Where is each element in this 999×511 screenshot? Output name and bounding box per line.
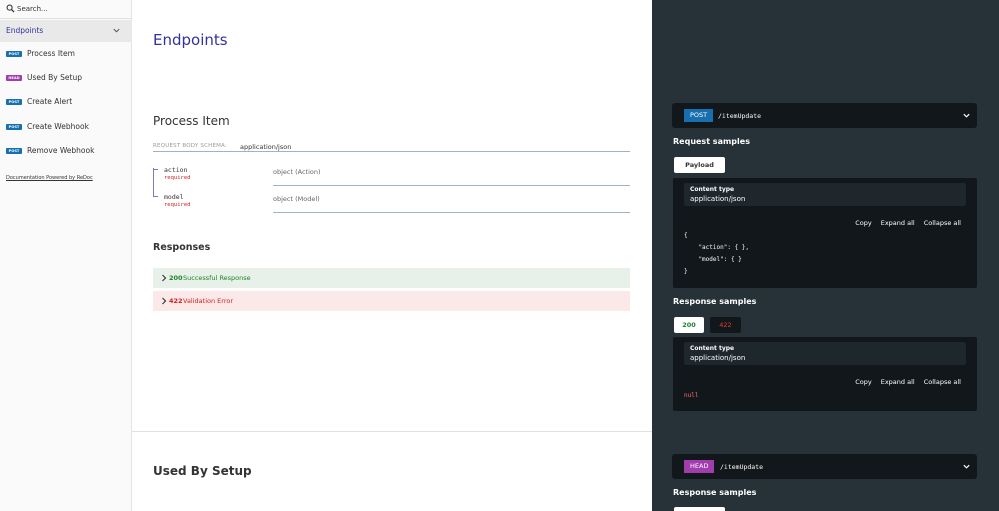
sidebar-item-label: Used By Setup — [27, 73, 82, 82]
request-body-header: REQUEST BODY SCHEMA: application/json — [153, 140, 630, 152]
request-body-label: REQUEST BODY SCHEMA: — [153, 143, 227, 149]
method-badge-head: HEAD — [6, 75, 22, 81]
redoc-powered-link[interactable]: Documentation Powered by ReDoc — [6, 175, 93, 181]
collapse-all-button[interactable]: Collapse all — [924, 378, 961, 386]
response-description: Successful Response — [183, 274, 251, 282]
property-type-model[interactable]: object (Model) — [273, 195, 320, 203]
schema-tree-tick — [153, 169, 158, 170]
content-type-box: Content type application/json — [684, 183, 966, 206]
search-bar — [0, 0, 132, 19]
response-code: 422 — [169, 297, 183, 305]
schema-tree-tick — [153, 196, 158, 197]
property-name-action: action — [164, 166, 188, 174]
copy-button[interactable]: Copy — [855, 378, 872, 386]
sidebar-item-label: Create Alert — [27, 97, 73, 106]
section-title: Endpoints — [153, 31, 228, 49]
property-divider — [273, 212, 630, 213]
search-input[interactable] — [17, 2, 127, 16]
property-divider — [273, 185, 630, 186]
search-icon — [6, 4, 15, 13]
method-badge-post: POST — [6, 124, 22, 130]
code-sample: { "action": { }, "model": { }} — [684, 230, 749, 278]
tab-partial[interactable] — [674, 507, 725, 511]
response-samples-title: Response samples — [673, 297, 757, 306]
copy-button[interactable]: Copy — [855, 219, 872, 227]
tab-response-422[interactable]: 422 — [710, 317, 741, 333]
endpoint-path: /itemUpdate — [720, 463, 764, 471]
sample-actions: Copy Expand all Collapse all — [846, 219, 961, 227]
sidebar-item-label: Process Item — [27, 49, 75, 58]
code-line: "action": { }, — [684, 244, 750, 251]
chevron-right-icon — [162, 274, 167, 282]
sidebar-item-remove-webhook[interactable]: POST Remove Webhook — [0, 142, 132, 162]
http-method-badge: HEAD — [684, 460, 715, 473]
method-badge-post: POST — [6, 99, 22, 105]
property-required: required — [164, 202, 191, 208]
request-samples-title: Request samples — [673, 137, 750, 146]
chevron-down-icon — [113, 28, 120, 33]
chevron-right-icon — [162, 297, 167, 305]
property-required: required — [164, 175, 191, 181]
code-line: { — [684, 232, 688, 239]
response-code: 200 — [169, 274, 183, 282]
http-method-badge: POST — [684, 109, 714, 122]
schema-tree-line — [153, 168, 154, 197]
expand-all-button[interactable]: Expand all — [881, 219, 915, 227]
content-type-label: Content type — [690, 345, 735, 352]
collapse-all-button[interactable]: Collapse all — [924, 219, 961, 227]
response-200-row[interactable]: 200 Successful Response — [153, 268, 630, 288]
chevron-down-icon — [963, 464, 970, 469]
code-sample: null — [684, 390, 698, 402]
sidebar: Endpoints POST Process Item HEAD Used By… — [0, 0, 132, 511]
sidebar-group-label: Endpoints — [6, 26, 44, 35]
endpoint-path: /itemUpdate — [718, 112, 762, 120]
sidebar-group-endpoints[interactable]: Endpoints — [0, 20, 132, 42]
response-422-row[interactable]: 422 Validation Error — [153, 291, 630, 311]
method-badge-post: POST — [6, 51, 22, 57]
operation-title: Process Item — [153, 114, 230, 128]
request-sample-box: Content type application/json Copy Expan… — [673, 178, 977, 288]
tab-response-200[interactable]: 200 — [674, 317, 704, 333]
content-type-label: Content type — [690, 186, 735, 193]
operation-title: Used By Setup — [153, 464, 252, 478]
request-body-type: application/json — [240, 142, 292, 151]
samples-panel: POST /itemUpdate Request samples Payload… — [652, 0, 999, 511]
response-samples-title: Response samples — [673, 488, 757, 497]
content-type-value[interactable]: application/json — [690, 195, 745, 203]
property-name-model: model — [164, 193, 184, 201]
sidebar-item-create-webhook[interactable]: POST Create Webhook — [0, 118, 132, 138]
content-type-value[interactable]: application/json — [690, 354, 745, 362]
null-value: null — [684, 392, 699, 399]
endpoint-toggle-post[interactable]: POST /itemUpdate — [672, 103, 977, 128]
content-type-box: Content type application/json — [684, 342, 966, 365]
expand-all-button[interactable]: Expand all — [881, 378, 915, 386]
response-sample-box: Content type application/json Copy Expan… — [673, 337, 977, 411]
sidebar-item-label: Create Webhook — [27, 122, 89, 131]
sidebar-item-label: Remove Webhook — [27, 146, 95, 155]
sample-actions: Copy Expand all Collapse all — [846, 378, 961, 386]
response-description: Validation Error — [183, 297, 234, 305]
sidebar-item-create-alert[interactable]: POST Create Alert — [0, 93, 132, 113]
property-type-action[interactable]: object (Action) — [273, 168, 321, 176]
sidebar-item-used-by-setup[interactable]: HEAD Used By Setup — [0, 69, 132, 89]
main-content: Endpoints Process Item REQUEST BODY SCHE… — [132, 0, 652, 511]
chevron-down-icon — [963, 113, 970, 118]
sidebar-item-process-item[interactable]: POST Process Item — [0, 45, 132, 65]
code-line: } — [684, 268, 688, 275]
tab-payload[interactable]: Payload — [674, 157, 725, 173]
section-divider — [132, 431, 652, 432]
responses-title: Responses — [153, 242, 211, 253]
endpoint-toggle-head[interactable]: HEAD /itemUpdate — [672, 454, 977, 479]
code-line: "model": { } — [684, 256, 742, 263]
method-badge-post: POST — [6, 148, 22, 154]
